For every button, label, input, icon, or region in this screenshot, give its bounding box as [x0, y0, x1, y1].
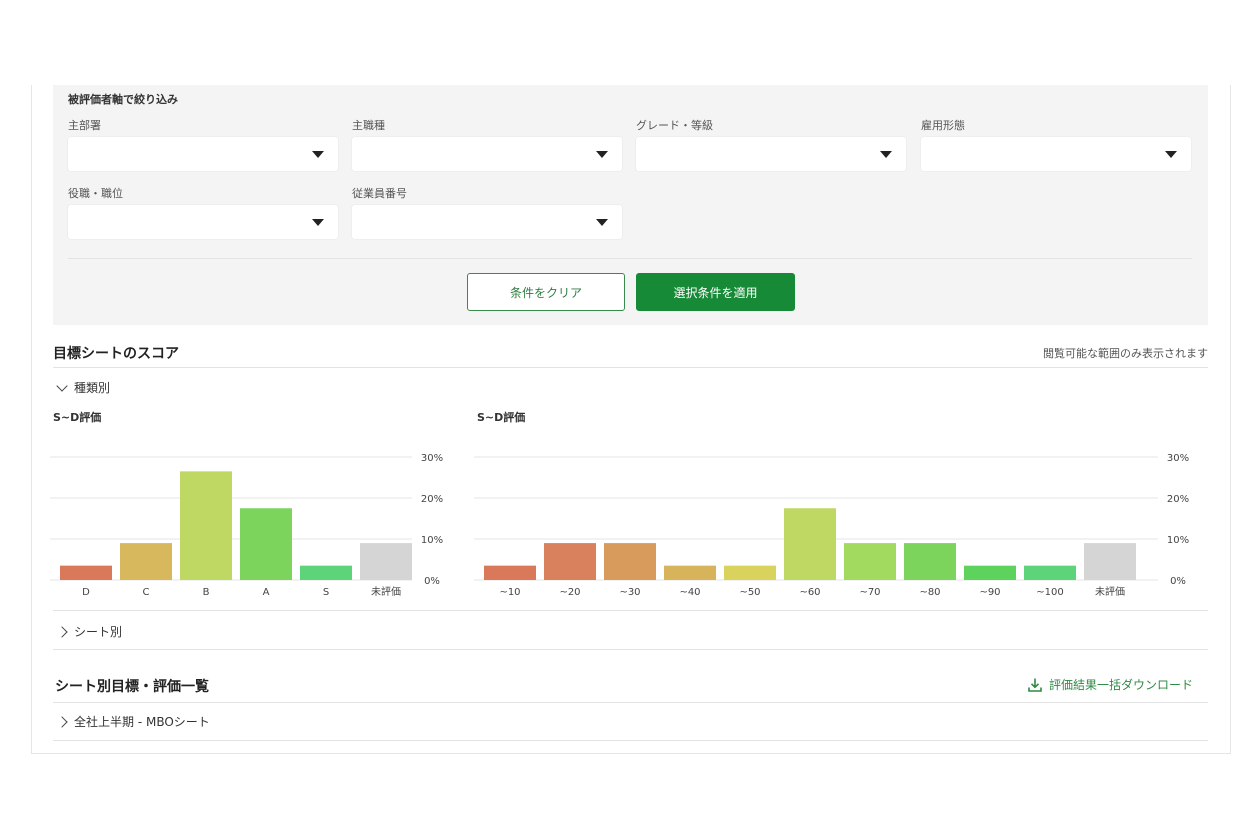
bar	[784, 508, 836, 580]
employment-select[interactable]	[921, 137, 1191, 171]
list-divider-bottom	[53, 740, 1208, 741]
chevron-right-icon	[56, 715, 68, 728]
bar	[604, 543, 656, 580]
bar	[964, 565, 1016, 580]
y-tick-label: 30%	[1167, 453, 1189, 464]
bar	[724, 565, 776, 580]
x-tick-label: B	[203, 587, 210, 598]
chart-2: 0% 10% 20% 30% ~10 ~20 ~30 ~40 ~50 ~60 ~70 ~80 ~90 ~1…	[474, 453, 1189, 598]
bulk-download-label: 評価結果一括ダウンロード	[1049, 678, 1194, 692]
bar	[360, 543, 412, 580]
x-tick-label: ~100	[1036, 587, 1063, 598]
position-label: 役職・職位	[68, 187, 123, 200]
bar	[1024, 565, 1076, 580]
bar	[240, 508, 292, 580]
x-tick-label: ~60	[799, 587, 820, 598]
caret-down-icon	[1165, 151, 1177, 158]
x-tick-label: ~40	[679, 587, 700, 598]
chevron-down-icon	[56, 379, 68, 392]
x-tick-label: 未評価	[1095, 585, 1125, 598]
x-tick-label: 未評価	[371, 585, 401, 598]
score-section-title: 目標シートのスコア	[53, 346, 179, 362]
dept-select[interactable]	[68, 137, 338, 171]
bar	[180, 471, 232, 580]
x-tick-label: C	[143, 587, 150, 598]
caret-down-icon	[596, 219, 608, 226]
caret-down-icon	[312, 219, 324, 226]
y-tick-label: 30%	[421, 453, 443, 464]
bar	[844, 543, 896, 580]
x-tick-label: ~20	[559, 587, 580, 598]
x-tick-label: S	[323, 587, 329, 598]
bar	[904, 543, 956, 580]
apply-filters-button[interactable]: 選択条件を適用	[636, 273, 795, 311]
clear-filters-button[interactable]: 条件をクリア	[467, 273, 625, 311]
employee-no-select[interactable]	[352, 205, 622, 239]
x-tick-label: A	[263, 587, 270, 598]
chart-1: 0% 10% 20% 30% D C B A S 未評価	[50, 453, 443, 598]
bar	[664, 565, 716, 580]
bar	[1084, 543, 1136, 580]
bulk-download-link[interactable]: 評価結果一括ダウンロード	[1027, 676, 1193, 693]
dept-label: 主部署	[68, 119, 101, 132]
chevron-right-icon	[56, 625, 68, 638]
employment-label: 雇用形態	[921, 119, 965, 132]
x-tick-label: ~90	[979, 587, 1000, 598]
list-divider-top	[53, 702, 1208, 703]
y-tick-label: 0%	[1170, 576, 1186, 587]
score-divider	[53, 367, 1208, 368]
by-sheet-label: シート別	[74, 625, 123, 639]
visibility-note: 閲覧可能な範囲のみ表示されます	[1043, 347, 1208, 360]
x-tick-label: ~80	[919, 587, 940, 598]
sheet-list-item-label: 全社上半期 - MBOシート	[74, 715, 210, 729]
bar	[484, 565, 536, 580]
chart-2-title: S~D評価	[477, 411, 526, 424]
position-select[interactable]	[68, 205, 338, 239]
x-tick-label: ~50	[739, 587, 760, 598]
x-tick-label: ~70	[859, 587, 880, 598]
caret-down-icon	[312, 151, 324, 158]
by-type-label: 種類別	[74, 381, 111, 395]
job-label: 主職種	[352, 119, 385, 132]
x-tick-label: ~30	[619, 587, 640, 598]
filter-divider	[68, 258, 1192, 259]
chart-1-title: S~D評価	[53, 411, 102, 424]
list-section-title: シート別目標・評価一覧	[55, 679, 209, 695]
grade-select[interactable]	[636, 137, 906, 171]
x-tick-label: D	[82, 587, 90, 598]
caret-down-icon	[596, 151, 608, 158]
bar	[60, 565, 112, 580]
download-icon	[1028, 678, 1042, 692]
x-tick-label: ~10	[499, 587, 520, 598]
by-type-toggle[interactable]: 種類別	[56, 379, 111, 396]
y-tick-label: 10%	[421, 535, 443, 546]
y-tick-label: 20%	[421, 494, 443, 505]
bar	[544, 543, 596, 580]
sheet-list-item[interactable]: 全社上半期 - MBOシート	[56, 713, 210, 730]
by-type-divider	[53, 610, 1208, 611]
y-tick-label: 20%	[1167, 494, 1189, 505]
by-sheet-divider	[53, 649, 1208, 650]
bar	[300, 565, 352, 580]
job-select[interactable]	[352, 137, 622, 171]
filter-title: 被評価者軸で絞り込み	[68, 93, 178, 106]
y-tick-label: 0%	[424, 576, 440, 587]
caret-down-icon	[880, 151, 892, 158]
grade-label: グレード・等級	[636, 119, 713, 132]
y-tick-label: 10%	[1167, 535, 1189, 546]
bar	[120, 543, 172, 580]
employee-no-label: 従業員番号	[352, 187, 407, 200]
by-sheet-toggle[interactable]: シート別	[56, 623, 123, 640]
